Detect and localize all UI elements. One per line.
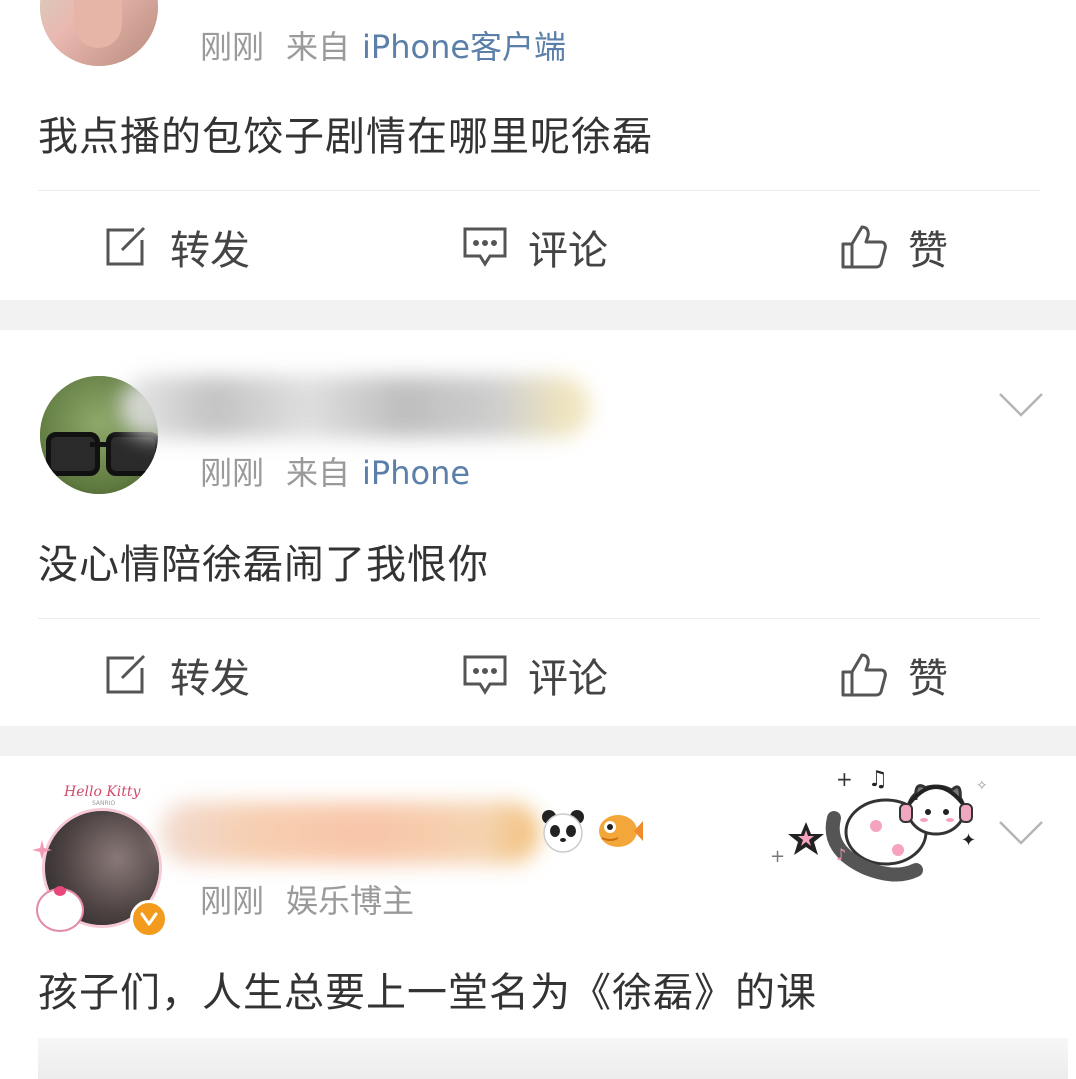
chevron-down-icon[interactable] [998,392,1044,418]
like-button[interactable]: 赞 [840,192,948,302]
svg-text:Hello Kitty: Hello Kitty [63,784,142,800]
post-card-1: 刚刚 来自 iPhone客户端 我点播的包饺子剧情在哪里呢徐磊 转发 评论 赞 [0,0,1076,300]
source-prefix: 来自 [286,454,351,492]
post-actions-2: 转发 评论 赞 [0,620,1076,730]
verified-v-icon [130,900,168,938]
svg-text:♪: ♪ [836,845,846,864]
svg-text:✦: ✦ [961,830,976,851]
post-time: 刚刚 [200,882,265,920]
comment-button[interactable]: 评论 [462,192,608,302]
sparkle-icon [32,840,52,860]
post-source-link[interactable]: iPhone客户端 [362,28,566,66]
blurred-username[interactable] [160,802,540,864]
blurred-username[interactable] [120,376,590,438]
thumbs-up-icon [841,225,887,269]
avatar-frame: Hello Kitty SANRIO [30,778,180,938]
post-text: 我点播的包饺子剧情在哪里呢徐磊 [38,114,653,160]
panda-icon [542,810,584,853]
post-card-2: 刚刚 来自 iPhone 没心情陪徐磊闹了我恨你 转发 评论 赞 [0,330,1076,726]
comment-label: 评论 [528,228,608,274]
source-prefix: 来自 [286,28,351,66]
edit-icon [106,226,146,266]
like-label: 赞 [908,228,948,274]
post-card-3: Hello Kitty SANRIO + ♫ + ✦ ♪ ✧ 刚刚 娱乐博主 孩… [0,756,1076,1079]
comment-icon [463,655,507,695]
fish-icon [599,815,643,847]
post-actions-1: 转发 评论 赞 [0,192,1076,302]
svg-text:♫: ♫ [868,767,888,792]
user-avatar-1[interactable] [40,0,158,66]
post-time: 刚刚 [200,454,265,492]
like-button[interactable]: 赞 [840,620,948,730]
svg-text:✧: ✧ [976,778,988,794]
chevron-down-icon[interactable] [998,820,1044,846]
divider [38,618,1040,619]
svg-text:+: + [770,846,785,867]
post-image-preview[interactable] [38,1038,1068,1079]
post-meta-1: 刚刚 来自 iPhone客户端 [200,22,566,68]
repost-button[interactable]: 转发 [104,192,250,302]
svg-text:+: + [836,767,853,791]
avatar-frame-logo: Hello Kitty SANRIO [63,784,142,807]
post-text: 没心情陪徐磊闹了我恨你 [38,542,489,588]
edit-icon [106,654,146,694]
thumbs-up-icon [841,653,887,697]
divider [38,190,1040,191]
post-text: 孩子们，人生总要上一堂名为《徐磊》的课 [38,970,817,1016]
post-source-link[interactable]: iPhone [362,454,470,492]
comment-button[interactable]: 评论 [462,620,608,730]
post-meta-3: 刚刚 娱乐博主 [200,876,414,922]
repost-label: 转发 [170,228,250,274]
svg-text:SANRIO: SANRIO [92,800,115,807]
user-label: 娱乐博主 [286,882,415,920]
cat-headphones-sticker: + ♫ + ✦ ♪ ✧ [770,767,988,882]
feed-separator [0,726,1076,756]
repost-button[interactable]: 转发 [104,620,250,730]
feed-separator [0,300,1076,330]
comment-icon [463,227,507,267]
comment-label: 评论 [528,656,608,702]
like-label: 赞 [908,656,948,702]
post-time: 刚刚 [200,28,265,66]
repost-label: 转发 [170,656,250,702]
post-meta-2: 刚刚 来自 iPhone [200,448,470,494]
